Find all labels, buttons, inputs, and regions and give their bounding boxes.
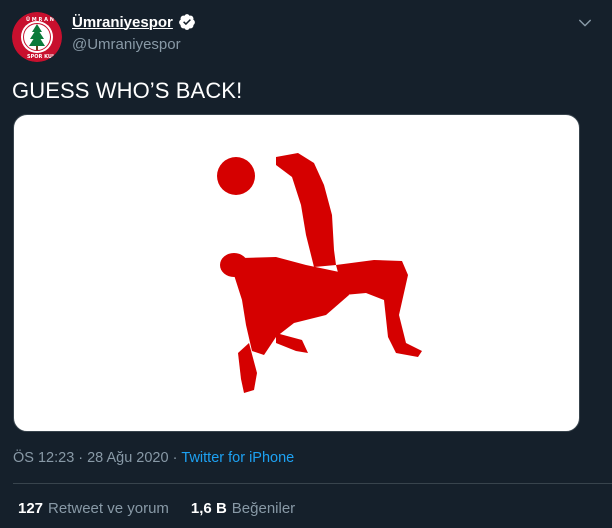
engagement-stats: 127 Retweet ve yorum 1,6 B Beğeniler [18, 500, 295, 517]
chevron-down-icon[interactable] [576, 14, 594, 32]
tweet-media[interactable] [13, 114, 580, 432]
divider [13, 483, 612, 484]
display-name[interactable]: Ümraniyespor [72, 14, 173, 31]
tweet-detail: Ü M R A N İ Y E SPOR KULÜBÜ Ümraniyespor… [0, 0, 612, 528]
account-name-row: Ümraniyespor [72, 13, 196, 31]
svg-text:Ü M R A N İ Y E: Ü M R A N İ Y E [26, 16, 62, 23]
account-handle[interactable]: @Umraniyespor [72, 36, 181, 53]
retweets-count: 127 [18, 500, 44, 517]
tweet-text: GUESS WHO’S BACK! [12, 78, 243, 103]
umraniyespor-crest-icon: Ü M R A N İ Y E SPOR KULÜBÜ [12, 12, 62, 62]
tweet-source-link[interactable]: Twitter for iPhone [181, 450, 294, 466]
svg-text:SPOR KULÜBÜ: SPOR KULÜBÜ [27, 53, 62, 60]
likes-label: Beğeniler [231, 500, 296, 517]
retweets-stat[interactable]: 127 Retweet ve yorum [18, 500, 169, 517]
likes-count: 1,6 B [190, 500, 227, 517]
avatar[interactable]: Ü M R A N İ Y E SPOR KULÜBÜ [12, 12, 62, 62]
bicycle-kick-silhouette-icon [217, 153, 422, 393]
tweet-date[interactable]: 28 Ağu 2020 [87, 450, 168, 466]
verified-badge-icon [178, 14, 195, 30]
meta-separator: · [172, 450, 178, 466]
tweet-time[interactable]: ÖS 12:23 [13, 450, 74, 466]
meta-separator: · [78, 450, 84, 466]
retweets-label: Retweet ve yorum [48, 500, 169, 517]
tweet-meta: ÖS 12:23 · 28 Ağu 2020 · Twitter for iPh… [13, 450, 294, 466]
likes-stat[interactable]: 1,6 B Beğeniler [191, 500, 295, 517]
